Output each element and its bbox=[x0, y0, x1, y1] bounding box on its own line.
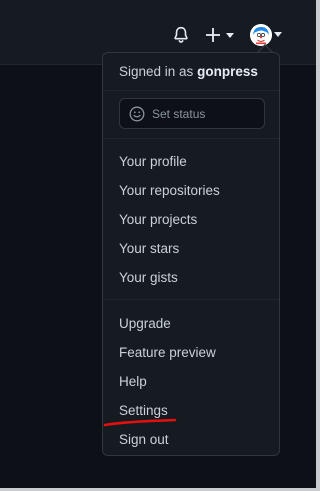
menu-item-upgrade[interactable]: Upgrade bbox=[119, 316, 171, 332]
menu-item-your-projects[interactable]: Your projects bbox=[119, 212, 197, 228]
divider bbox=[103, 138, 279, 139]
menu-item-your-gists[interactable]: Your gists bbox=[119, 270, 178, 286]
avatar bbox=[250, 24, 272, 46]
window-edge bbox=[316, 0, 320, 491]
divider bbox=[103, 299, 279, 300]
menu-item-your-stars[interactable]: Your stars bbox=[119, 241, 179, 257]
signed-in-label: Signed in as gonpress bbox=[119, 64, 258, 79]
settings-annotation-underline bbox=[103, 418, 177, 427]
menu-item-feature-preview[interactable]: Feature preview bbox=[119, 345, 216, 361]
menu-item-your-profile[interactable]: Your profile bbox=[119, 154, 187, 170]
smiley-icon bbox=[129, 106, 145, 122]
bell-icon[interactable] bbox=[172, 26, 190, 44]
menu-item-help[interactable]: Help bbox=[119, 374, 147, 390]
menu-item-your-repositories[interactable]: Your repositories bbox=[119, 183, 220, 199]
chevron-down-icon bbox=[226, 33, 234, 38]
username: gonpress bbox=[197, 64, 258, 79]
chevron-down-icon bbox=[274, 32, 282, 37]
menu-item-sign-out[interactable]: Sign out bbox=[119, 432, 169, 448]
set-status-button[interactable]: Set status bbox=[119, 98, 265, 129]
signed-in-prefix: Signed in as bbox=[119, 64, 194, 79]
plus-icon[interactable] bbox=[205, 24, 239, 46]
divider bbox=[103, 90, 279, 91]
set-status-label: Set status bbox=[152, 107, 206, 121]
menu-item-settings[interactable]: Settings bbox=[119, 403, 168, 419]
user-dropdown-menu: Signed in as gonpress Set status Your pr… bbox=[102, 52, 280, 456]
